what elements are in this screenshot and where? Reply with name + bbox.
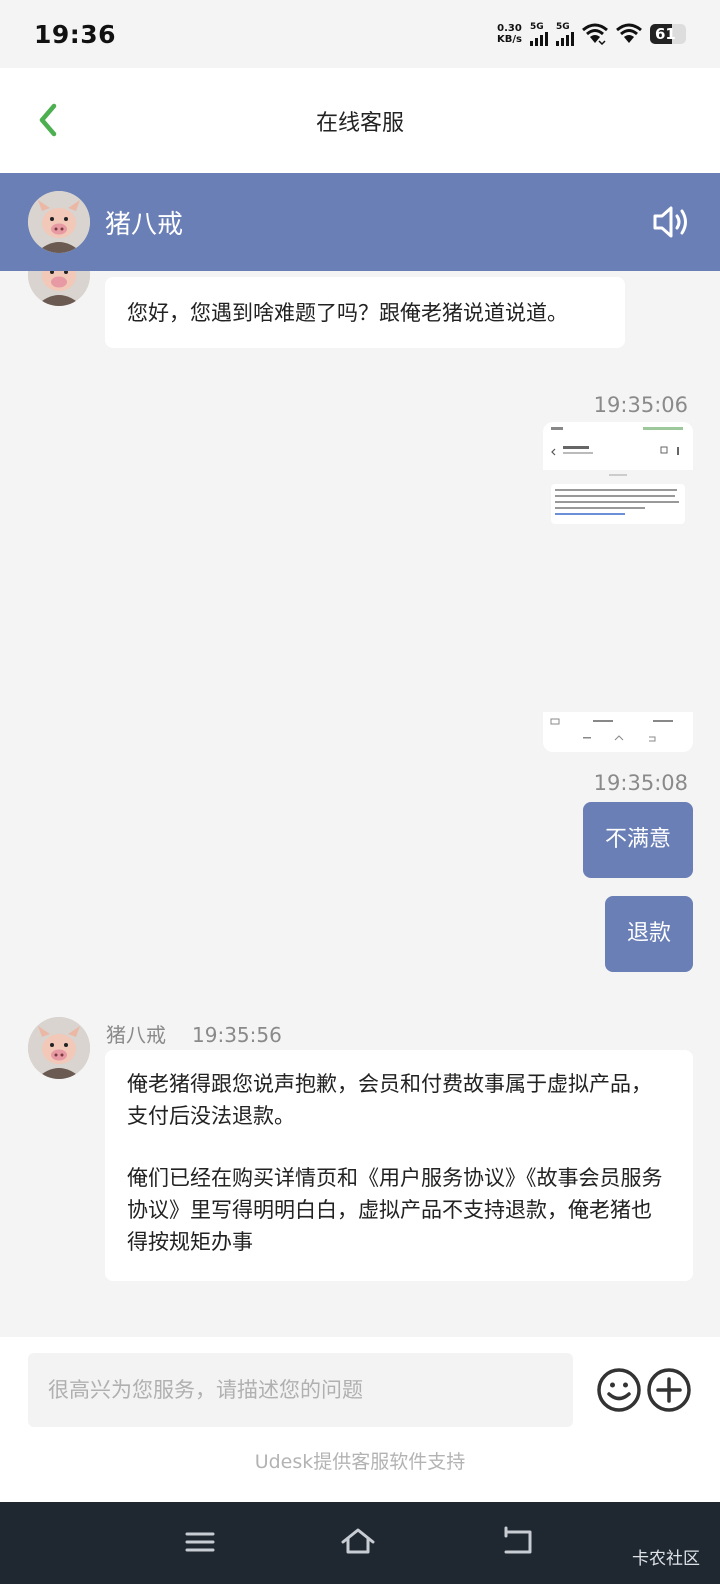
message-input[interactable] <box>28 1353 573 1427</box>
net-speed-value: 0.30 <box>497 23 522 34</box>
status-bar: 19:36 0.30 KB/s 5G 5G 61 <box>0 0 720 68</box>
net-speed: 0.30 KB/s <box>497 23 522 45</box>
status-time: 19:36 <box>34 19 117 49</box>
chat-area[interactable]: 您好，您遇到啥难题了吗？跟俺老猪说道说道。 19:35:06 19:35:08 … <box>0 271 720 1337</box>
message-time: 19:35:56 <box>192 1023 282 1047</box>
agent-reply-bubble: 俺老猪得跟您说声抱歉，会员和付费故事属于虚拟产品，支付后没法退款。 俺们已经在购… <box>105 1050 693 1281</box>
agent-bar: 猪八戒 <box>0 173 720 271</box>
speaker-icon[interactable] <box>652 203 692 241</box>
message-time: 19:35:06 <box>593 393 688 417</box>
watermark: 卡农社区 <box>632 1549 700 1569</box>
page-title: 在线客服 <box>315 110 404 136</box>
net-speed-unit: KB/s <box>497 34 522 45</box>
home-icon[interactable] <box>338 1524 378 1560</box>
nav-header: 在线客服 <box>0 68 720 173</box>
signal-icon: 5G <box>530 21 548 46</box>
sim2-label: 5G <box>556 21 570 32</box>
back-icon[interactable] <box>498 1524 538 1560</box>
agent-name: 猪八戒 <box>105 209 184 240</box>
signal-icon: 5G <box>556 21 574 46</box>
user-message-bubble: 退款 <box>604 896 693 972</box>
message-time: 19:35:08 <box>593 771 688 795</box>
menu-icon[interactable] <box>180 1524 220 1560</box>
system-nav-bar: 卡农社区 <box>0 1502 720 1584</box>
screenshot-image[interactable] <box>543 422 693 752</box>
agent-greeting-bubble: 您好，您遇到啥难题了吗？跟俺老猪说道说道。 <box>105 277 625 348</box>
reply-paragraph: 俺们已经在购买详情页和《用户服务协议》《故事会员服务协议》里写得明明白白，虚拟产… <box>127 1166 663 1254</box>
sender-name: 猪八戒 <box>106 1023 166 1047</box>
wifi-icon <box>582 23 608 45</box>
user-message-bubble: 不满意 <box>582 802 693 878</box>
reply-paragraph: 俺老猪得跟您说声抱歉，会员和付费故事属于虚拟产品，支付后没法退款。 <box>127 1072 652 1128</box>
input-area: Udesk提供客服软件支持 <box>0 1337 720 1502</box>
battery-level: 61 <box>655 25 676 43</box>
powered-by-text: Udesk提供客服软件支持 <box>254 1451 466 1473</box>
avatar <box>28 191 90 253</box>
avatar <box>28 1017 90 1079</box>
status-icons: 0.30 KB/s 5G 5G 61 <box>497 21 686 46</box>
avatar <box>28 271 90 306</box>
plus-icon[interactable] <box>646 1367 692 1413</box>
emoji-icon[interactable] <box>596 1367 642 1413</box>
wifi-icon <box>616 23 642 43</box>
sim1-label: 5G <box>530 21 544 32</box>
back-arrow-icon[interactable] <box>34 102 62 138</box>
battery-icon: 61 <box>650 24 686 44</box>
message-sender-line: 猪八戒 19:35:56 <box>106 1019 282 1048</box>
